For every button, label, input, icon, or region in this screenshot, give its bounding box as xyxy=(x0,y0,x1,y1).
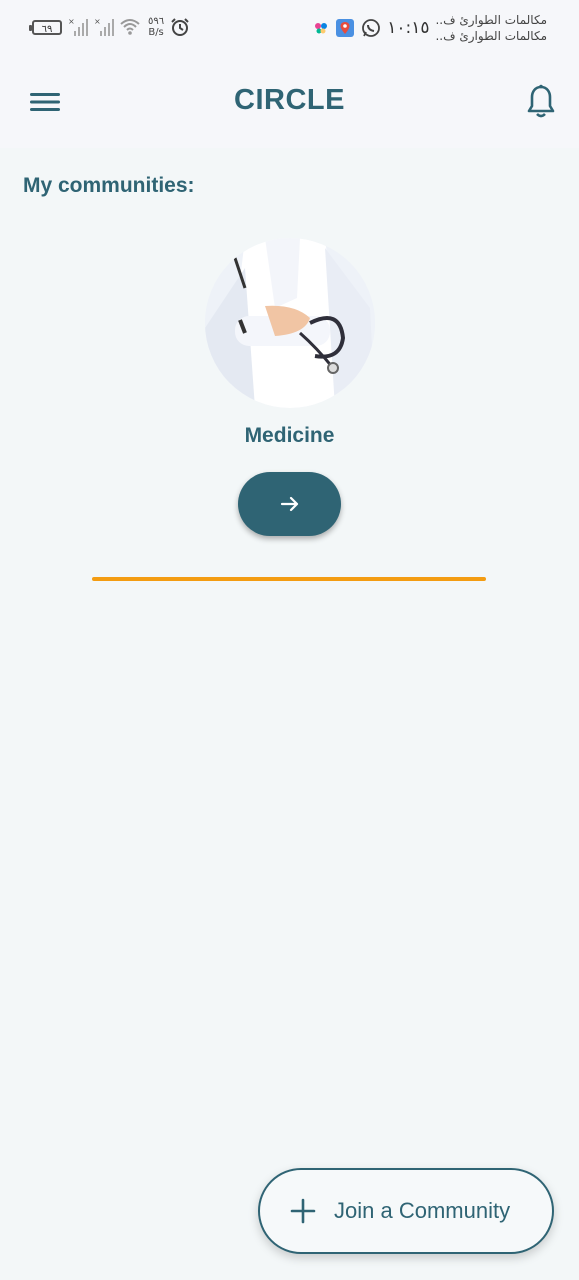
community-card: Medicine xyxy=(0,230,579,560)
doctor-with-stethoscope-photo xyxy=(205,238,375,408)
clock: ١٠:١٥ xyxy=(387,18,430,38)
network-speed: ٥٩٦ B/s xyxy=(148,16,164,38)
battery-icon: ٦٩ xyxy=(29,19,62,35)
maps-icon xyxy=(336,19,355,37)
signal-icon: × xyxy=(68,17,88,36)
join-community-button[interactable]: Join a Community xyxy=(258,1168,554,1254)
notification-line: مكالمات الطوارئ ف.. xyxy=(435,29,547,43)
wifi-icon xyxy=(120,19,140,35)
signal-icon: × xyxy=(94,17,114,36)
app-title: CIRCLE xyxy=(234,84,345,116)
arrow-right-icon xyxy=(280,496,298,512)
section-divider xyxy=(92,577,486,581)
status-bar: ٦٩ × × ٥٩٦ B/s ١٠:١٥ مكالمات الطوارئ ف..… xyxy=(0,0,579,58)
community-avatar[interactable] xyxy=(205,238,375,408)
open-community-button[interactable] xyxy=(238,472,341,536)
whatsapp-icon xyxy=(362,19,381,37)
bell-icon[interactable] xyxy=(525,84,557,120)
svg-text:×: × xyxy=(94,17,101,26)
section-title: My communities: xyxy=(23,174,195,197)
community-name: Medicine xyxy=(244,424,335,447)
app-bar: CIRCLE xyxy=(0,58,579,148)
svg-text:×: × xyxy=(68,17,75,26)
battery-level: ٦٩ xyxy=(41,23,53,35)
join-community-label: Join a Community xyxy=(334,1198,511,1223)
status-right: ١٠:١٥ مكالمات الطوارئ ف.. مكالمات الطوار… xyxy=(313,12,547,44)
status-left: ٦٩ × × ٥٩٦ B/s xyxy=(29,16,190,38)
speed-value: ٥٩٦ xyxy=(148,16,165,27)
notification-line: مكالمات الطوارئ ف.. xyxy=(435,13,547,27)
speed-unit: B/s xyxy=(148,27,164,38)
alarm-icon xyxy=(171,18,189,36)
notification-text: مكالمات الطوارئ ف.. مكالمات الطوارئ ف.. xyxy=(435,12,547,44)
butterfly-app-icon xyxy=(315,23,328,34)
plus-icon xyxy=(290,1198,316,1224)
